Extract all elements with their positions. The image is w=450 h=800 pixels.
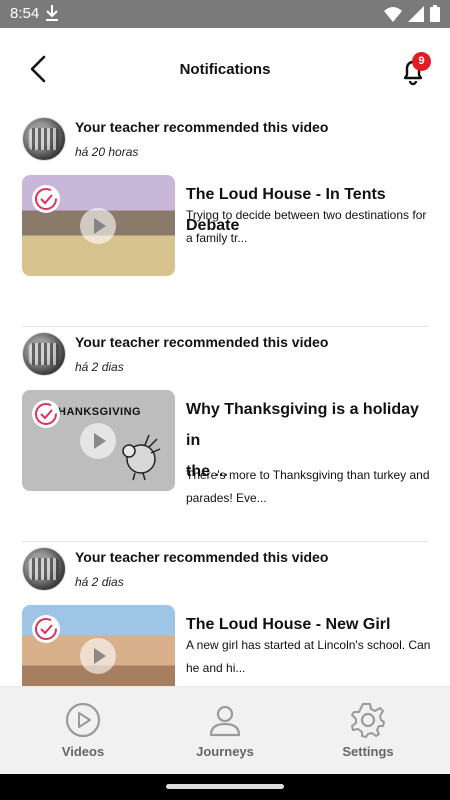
- video-thumbnail[interactable]: [22, 175, 175, 276]
- download-icon: [46, 5, 58, 21]
- notification-count-badge: 9: [412, 52, 431, 71]
- notification-item[interactable]: Your teacher recommended this video há 2…: [22, 542, 431, 686]
- status-time: 8:54: [10, 5, 40, 22]
- play-icon[interactable]: [80, 423, 116, 459]
- teacher-avatar: [22, 547, 66, 591]
- play-circle-icon: [65, 702, 101, 738]
- nav-videos[interactable]: Videos: [8, 687, 158, 775]
- battery-icon: [430, 5, 440, 22]
- system-navigation-bar: [0, 774, 450, 800]
- wifi-icon: [384, 6, 402, 22]
- nav-settings-label: Settings: [342, 744, 394, 759]
- nav-videos-label: Videos: [61, 744, 105, 759]
- gear-icon: [351, 703, 385, 738]
- turkey-illustration: [122, 434, 161, 481]
- person-icon: [209, 705, 241, 737]
- page-title: Notifications: [179, 61, 271, 78]
- video-thumbnail[interactable]: HANKSGIVING: [22, 390, 175, 491]
- video-description: A new girl has started at Lincoln's scho…: [186, 638, 431, 675]
- nav-journeys[interactable]: Journeys: [150, 687, 300, 775]
- app-header: Notifications 9: [0, 28, 450, 112]
- notification-time: há 2 dias: [75, 575, 124, 589]
- recommendation-text: Your teacher recommended this video: [75, 334, 329, 350]
- teacher-avatar: [22, 117, 66, 161]
- thumbnail-caption: HANKSGIVING: [58, 406, 142, 418]
- bottom-navigation: Videos Journeys Settings: [0, 686, 450, 774]
- check-circle-icon: [32, 185, 60, 213]
- check-circle-icon: [32, 615, 60, 643]
- check-circle-icon: [32, 400, 60, 428]
- notification-item[interactable]: Your teacher recommended this video há 2…: [22, 327, 430, 542]
- status-bar: 8:54: [0, 0, 450, 28]
- teacher-avatar: [22, 332, 66, 376]
- home-gesture-handle[interactable]: [166, 784, 284, 789]
- notification-list: Your teacher recommended this video há 2…: [0, 112, 450, 686]
- notification-item[interactable]: Your teacher recommended this video há 2…: [22, 112, 428, 327]
- recommendation-text: Your teacher recommended this video: [75, 119, 329, 135]
- signal-icon: [408, 5, 424, 22]
- video-description: There's more to Thanksgiving than turkey…: [186, 468, 430, 505]
- recommendation-text: Your teacher recommended this video: [75, 549, 329, 565]
- video-description: Trying to decide between two destination…: [186, 208, 427, 245]
- notification-time: há 2 dias: [75, 360, 124, 374]
- video-thumbnail[interactable]: [22, 605, 175, 686]
- notification-time: há 20 horas: [75, 145, 139, 159]
- play-icon[interactable]: [80, 638, 116, 674]
- play-icon[interactable]: [80, 208, 116, 244]
- nav-journeys-label: Journeys: [196, 744, 254, 759]
- nav-settings[interactable]: Settings: [293, 687, 443, 775]
